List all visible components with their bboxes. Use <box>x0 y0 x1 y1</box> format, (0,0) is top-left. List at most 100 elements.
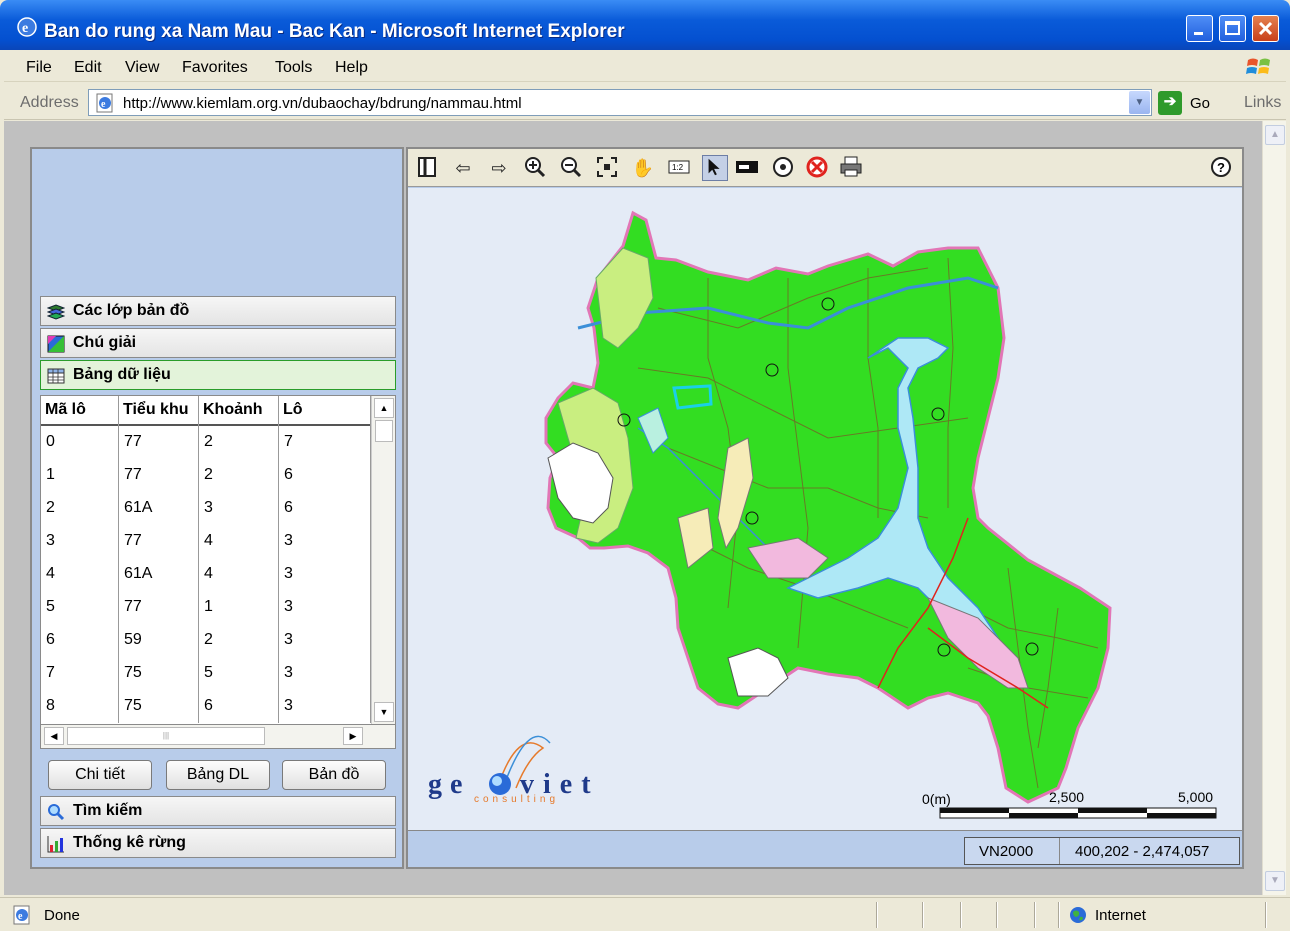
table-row[interactable]: 4 61A 4 3 <box>41 558 371 591</box>
select-icon[interactable] <box>702 155 728 181</box>
globe-icon <box>1070 907 1086 923</box>
go-arrow-icon: ➔ <box>1158 91 1182 115</box>
menu-file[interactable]: File <box>26 59 52 77</box>
cell-tieu-khu: 61A <box>119 492 199 525</box>
table-vertical-scrollbar[interactable]: ▲ ▼ <box>371 396 395 724</box>
cell-tieu-khu: 75 <box>119 690 199 723</box>
data-table-button[interactable]: Bảng DL <box>166 760 270 790</box>
maximize-button[interactable] <box>1219 15 1246 42</box>
table-row[interactable]: 0 77 2 7 <box>41 426 371 459</box>
svg-text:2,500: 2,500 <box>1049 789 1084 805</box>
menu-edit[interactable]: Edit <box>74 59 102 77</box>
coordinate-display: VN2000 400,202 - 2,474,057 <box>964 837 1240 865</box>
cell-khoanh: 2 <box>199 459 279 492</box>
scroll-down-icon[interactable]: ▼ <box>1265 871 1285 891</box>
cell-tieu-khu: 77 <box>119 426 199 459</box>
magnifier-icon <box>48 804 65 821</box>
table-hscroll-thumb[interactable]: ||| <box>67 727 265 745</box>
section-stats[interactable]: Thống kê rừng <box>40 828 396 858</box>
table-scroll-left-icon[interactable]: ◀ <box>44 727 64 745</box>
section-legend[interactable]: Chú giải <box>40 328 396 358</box>
go-label: Go <box>1190 95 1211 112</box>
left-panel: Các lớp bản đồ Chú giải Bảng dữ liệu Mã … <box>30 147 404 869</box>
window-titlebar: e Ban do rung xa Nam Mau - Bac Kan - Mic… <box>0 0 1290 50</box>
cell-ma-lo: 8 <box>41 690 119 723</box>
scroll-up-icon[interactable]: ▲ <box>1265 125 1285 145</box>
column-header-lo[interactable]: Lô <box>279 396 371 426</box>
clear-icon[interactable] <box>804 155 830 181</box>
map-toolbar: ⇦ ⇨ ✋ 1:2 ? <box>408 149 1242 187</box>
zoom-in-icon[interactable] <box>522 155 548 181</box>
section-search[interactable]: Tìm kiếm <box>40 796 396 826</box>
table-row[interactable]: 7 75 5 3 <box>41 657 371 690</box>
table-horizontal-scrollbar[interactable]: ◀ ||| ▶ <box>40 725 396 749</box>
column-header-tieu-khu[interactable]: Tiểu khu <box>119 396 199 426</box>
table-row[interactable]: 2 61A 3 6 <box>41 492 371 525</box>
address-dropdown-button[interactable]: ▼ <box>1129 91 1150 114</box>
address-input[interactable]: e http://www.kiemlam.org.vn/dubaochay/bd… <box>88 89 1152 116</box>
page-done-icon: e <box>13 905 30 925</box>
go-button[interactable]: ➔ Go <box>1158 91 1228 115</box>
layout-icon[interactable] <box>414 155 440 181</box>
cell-khoanh: 1 <box>199 591 279 624</box>
section-layers[interactable]: Các lớp bản đồ <box>40 296 396 326</box>
bar-chart-icon <box>47 836 64 853</box>
forward-icon[interactable]: ⇨ <box>486 155 512 181</box>
scale-icon[interactable]: 1:2 <box>666 155 692 181</box>
cell-lo: 6 <box>279 492 371 525</box>
close-button[interactable] <box>1252 15 1279 42</box>
coord-divider <box>1059 838 1060 864</box>
status-divider <box>876 902 878 928</box>
section-data-table[interactable]: Bảng dữ liệu <box>40 360 396 390</box>
table-scroll-thumb[interactable] <box>375 420 393 442</box>
svg-text:ge: ge <box>428 769 470 800</box>
column-header-ma-lo[interactable]: Mã lô <box>41 396 119 426</box>
back-icon[interactable]: ⇦ <box>450 155 476 181</box>
table-row[interactable]: 6 59 2 3 <box>41 624 371 657</box>
cell-lo: 3 <box>279 690 371 723</box>
buffer-icon[interactable] <box>770 155 796 181</box>
menu-tools[interactable]: Tools <box>275 59 312 77</box>
links-button[interactable]: Links <box>1244 94 1281 112</box>
pan-icon[interactable]: ✋ <box>630 155 656 181</box>
svg-text:e: e <box>22 21 28 36</box>
map-button[interactable]: Bản đồ <box>282 760 386 790</box>
cell-khoanh: 3 <box>199 492 279 525</box>
map-panel: ⇦ ⇨ ✋ 1:2 ? ge viet consulting 0(m) 2,50… <box>406 147 1244 869</box>
table-row[interactable]: 3 77 4 3 <box>41 525 371 558</box>
map-canvas[interactable]: ge viet consulting 0(m) 2,500 5,000 <box>408 188 1242 830</box>
cell-ma-lo: 0 <box>41 426 119 459</box>
windows-logo-icon <box>1246 58 1270 74</box>
print-icon[interactable] <box>838 155 864 181</box>
cell-lo: 6 <box>279 459 371 492</box>
full-extent-icon[interactable] <box>594 155 620 181</box>
table-scroll-right-icon[interactable]: ▶ <box>343 727 363 745</box>
menu-view[interactable]: View <box>125 59 159 77</box>
status-divider <box>922 902 924 928</box>
section-legend-label: Chú giải <box>73 334 137 351</box>
cell-tieu-khu: 77 <box>119 459 199 492</box>
table-row[interactable]: 5 77 1 3 <box>41 591 371 624</box>
cell-lo: 3 <box>279 591 371 624</box>
table-row[interactable]: 1 77 2 6 <box>41 459 371 492</box>
help-icon[interactable]: ? <box>1208 155 1234 181</box>
menu-help[interactable]: Help <box>335 59 368 77</box>
table-scroll-up-icon[interactable]: ▲ <box>374 398 394 418</box>
status-text: Done <box>44 907 80 924</box>
table-row[interactable]: 8 75 6 3 <box>41 690 371 723</box>
identify-icon[interactable] <box>734 155 760 181</box>
zoom-out-icon[interactable] <box>558 155 584 181</box>
minimize-button[interactable] <box>1186 15 1213 42</box>
svg-text:?: ? <box>1217 160 1225 175</box>
svg-text:consulting: consulting <box>474 794 559 805</box>
detail-button[interactable]: Chi tiết <box>48 760 152 790</box>
column-header-khoanh[interactable]: Khoảnh <box>199 396 279 426</box>
section-data-table-label: Bảng dữ liệu <box>73 366 171 383</box>
cell-ma-lo: 7 <box>41 657 119 690</box>
data-table: Mã lô Tiểu khu Khoảnh Lô 0 77 2 7 1 77 2 6 2 61A 3… <box>40 395 396 725</box>
table-scroll-down-icon[interactable]: ▼ <box>374 702 394 722</box>
geoviet-logo: ge viet consulting <box>428 735 591 805</box>
menu-favorites[interactable]: Favorites <box>182 59 248 77</box>
legend-icon <box>47 335 65 353</box>
page-scrollbar[interactable]: ▲ ▼ <box>1262 121 1286 895</box>
